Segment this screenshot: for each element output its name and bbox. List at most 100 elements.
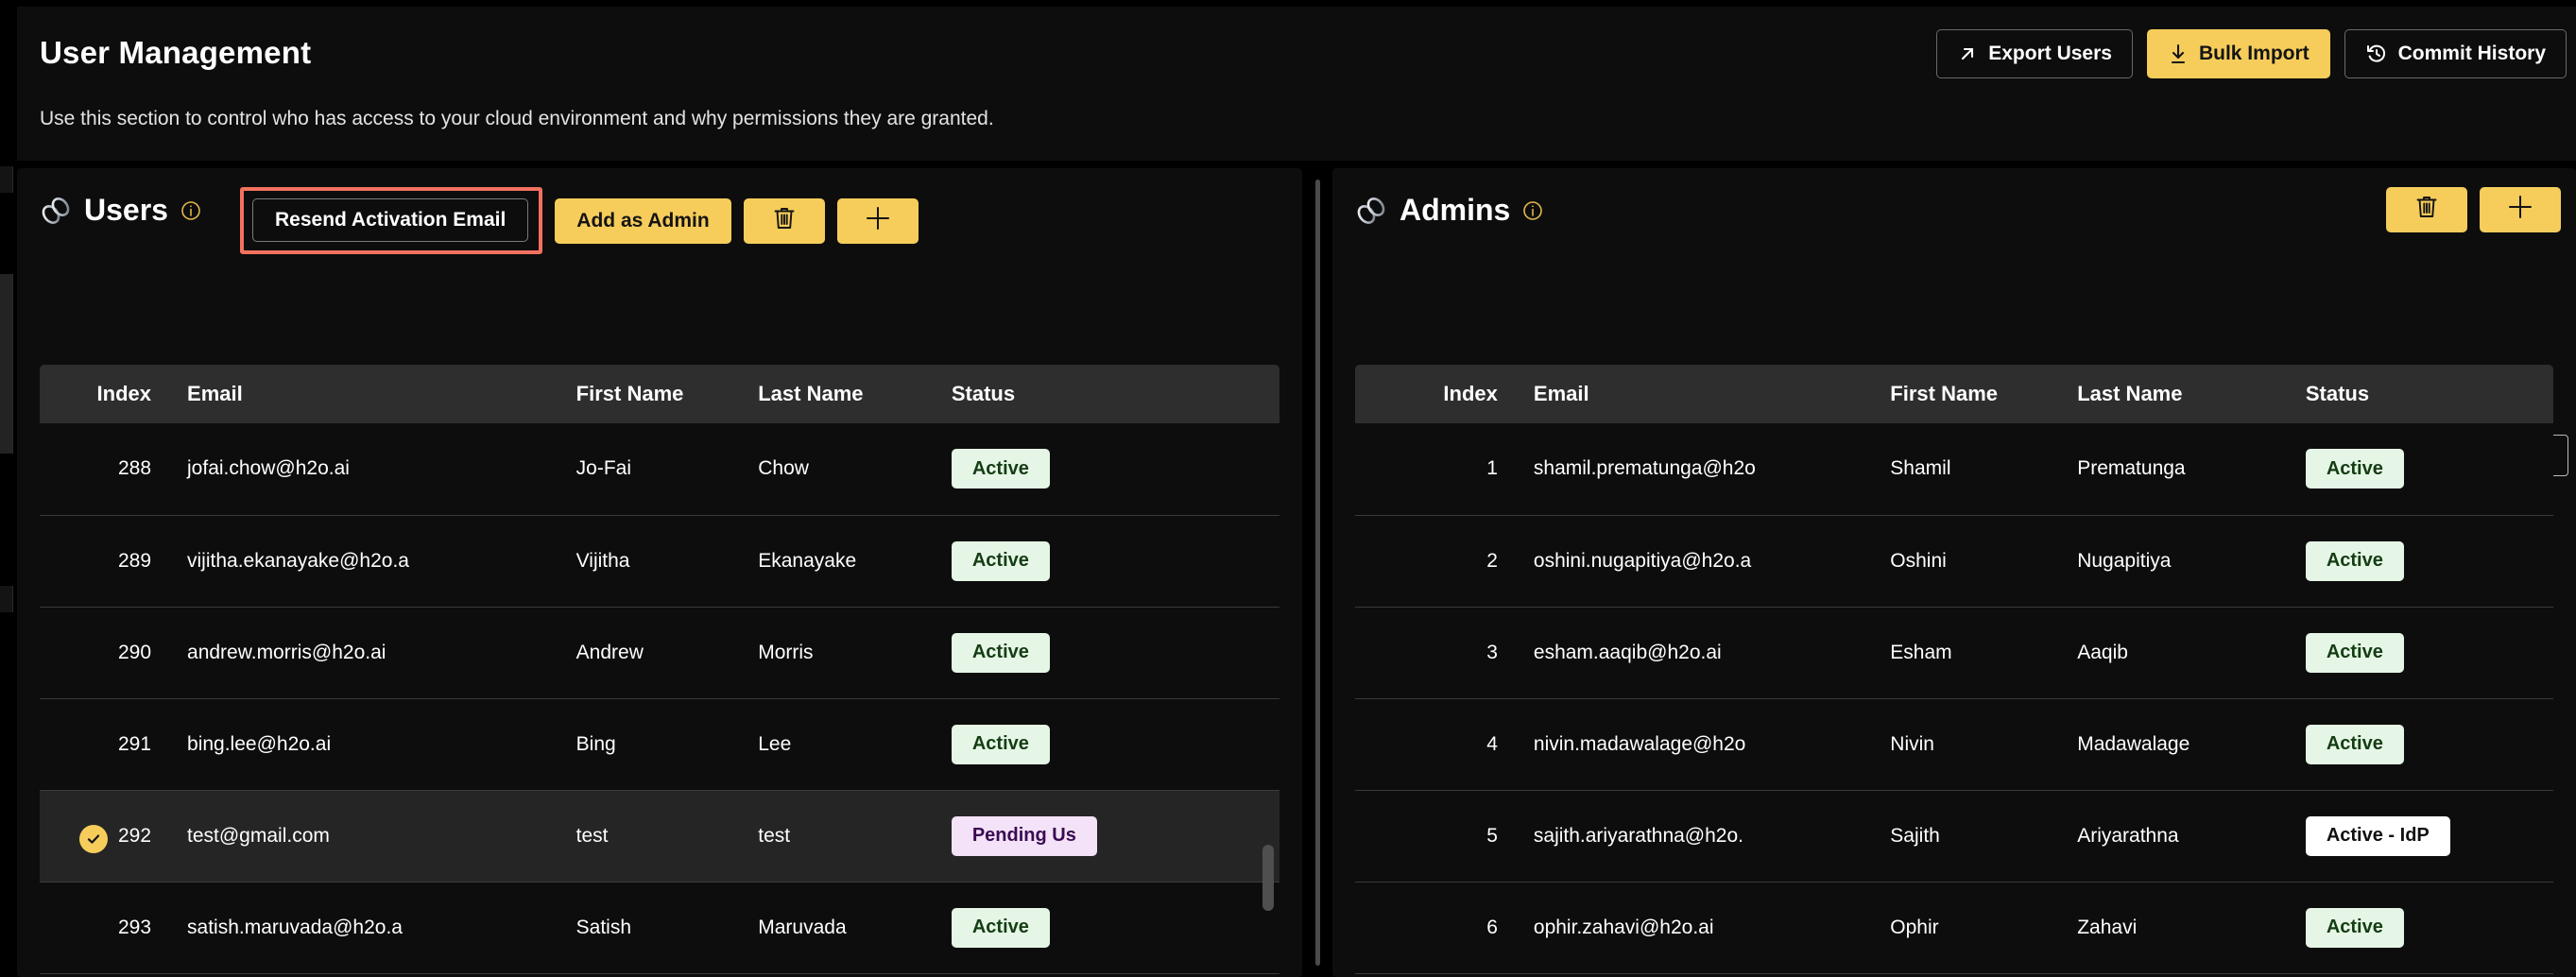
cell-email: emily.titcomb@h2o.ai [174,973,563,977]
row-selected-check-icon[interactable] [79,825,108,853]
commit-history-label: Commit History [2398,43,2546,65]
users-scrollbar-thumb[interactable] [1262,845,1274,911]
bulk-import-button[interactable]: Bulk Import [2147,29,2330,78]
admins-add-button[interactable] [2480,187,2561,232]
users-col-index[interactable]: Index [40,365,174,423]
admins-col-last-name[interactable]: Last Name [2064,365,2293,423]
table-row[interactable]: 4nivin.madawalage@h2oNivinMadawalageActi… [1355,698,2553,790]
users-col-status[interactable]: Status [938,365,1279,423]
table-row[interactable]: 292test@gmail.comtesttestPending Us [40,790,1279,882]
cell-status: Active [938,607,1279,698]
users-table-scrollbar[interactable] [1262,412,1274,975]
table-row[interactable]: 288jofai.chow@h2o.aiJo-FaiChowActive [40,423,1279,515]
external-link-icon [1957,43,1978,64]
admins-table-head: Index Email First Name Last Name Status [1355,365,2553,423]
left-rail-stub [0,166,13,193]
admins-panel-header: Admins [1332,168,2576,278]
left-rail-stub [0,586,13,612]
cell-status: Active [2293,973,2553,977]
status-badge: Active [952,908,1050,948]
users-delete-button[interactable] [744,198,825,244]
cell-index: 7 [1355,973,1520,977]
resend-activation-email-button[interactable]: Resend Activation Email [252,198,528,242]
cell-email: shamil.prematunga@h2o [1520,423,1877,515]
users-col-first-name[interactable]: First Name [563,365,746,423]
cell-first-name: Oshini [1877,515,2064,607]
download-icon [2168,43,2189,65]
chain-link-icon [40,195,72,227]
table-row[interactable]: 2oshini.nugapitiya@h2o.aOshiniNugapitiya… [1355,515,2553,607]
cell-last-name: Nugapitiya [2064,515,2293,607]
cell-last-name: Prematunga [2064,423,2293,515]
cell-first-name: Nivin [1877,698,2064,790]
plus-icon [2506,193,2534,227]
cell-first-name: Bing [563,698,746,790]
table-row[interactable]: 291bing.lee@h2o.aiBingLeeActive [40,698,1279,790]
table-row[interactable]: 294emily.titcomb@h2o.aiEmilyTitcombActiv… [40,973,1279,977]
table-row[interactable]: 6ophir.zahavi@h2o.aiOphirZahaviActive [1355,882,2553,973]
info-circle-icon[interactable] [1522,200,1543,221]
cell-first-name: Jo-Fai [563,423,746,515]
users-panel-title: Users [84,193,168,228]
panel-resize-grip[interactable] [1315,180,1320,966]
admins-panel: Admins [1332,168,2576,977]
cell-email: yogev.matatyhu@h2o.ai [1520,973,1877,977]
admins-col-index[interactable]: Index [1355,365,1520,423]
status-badge: Active [952,449,1050,488]
admins-delete-button[interactable] [2386,187,2467,232]
table-row[interactable]: 290andrew.morris@h2o.aiAndrewMorrisActiv… [40,607,1279,698]
export-users-button[interactable]: Export Users [1936,29,2133,78]
cell-index: 288 [40,423,174,515]
page-header: User Management Use this section to cont… [17,7,2576,161]
cell-status: Active [938,698,1279,790]
cell-email: vijitha.ekanayake@h2o.a [174,515,563,607]
table-row[interactable]: 5sajith.ariyarathna@h2o.SajithAriyarathn… [1355,790,2553,882]
cell-index: 2 [1355,515,1520,607]
commit-history-button[interactable]: Commit History [2344,29,2567,78]
cell-status: Active [2293,607,2553,698]
status-badge: Active [2306,449,2404,488]
cell-first-name: Yogev [1877,973,2064,977]
cell-index: 6 [1355,882,1520,973]
table-row[interactable]: 1shamil.prematunga@h2oShamilPrematungaAc… [1355,423,2553,515]
cell-index: 293 [40,882,174,973]
cell-status: Active [938,423,1279,515]
bulk-import-label: Bulk Import [2199,43,2310,65]
trash-icon [772,205,797,237]
admins-col-status[interactable]: Status [2293,365,2553,423]
add-as-admin-button[interactable]: Add as Admin [555,198,730,244]
users-title-group: Users [40,193,201,228]
users-add-button[interactable] [837,198,919,244]
cell-last-name: Maruvada [745,882,938,973]
admins-col-email[interactable]: Email [1520,365,1877,423]
users-col-email[interactable]: Email [174,365,563,423]
cell-email: andrew.morris@h2o.ai [174,607,563,698]
cell-last-name: Ariyarathna [2064,790,2293,882]
cell-index: 4 [1355,698,1520,790]
cell-status: Active [2293,882,2553,973]
users-table-wrap: Index Email First Name Last Name Status … [40,365,1279,977]
users-panel: Users Resend Activation Email Add as Adm… [17,168,1302,977]
info-circle-icon[interactable] [180,200,201,221]
admins-col-first-name[interactable]: First Name [1877,365,2064,423]
table-row[interactable]: 293satish.maruvada@h2o.aSatishMaruvadaAc… [40,882,1279,973]
chain-link-icon [1355,195,1387,227]
table-row[interactable]: 3esham.aaqib@h2o.aiEshamAaqibActive [1355,607,2553,698]
cell-status: Active - IdP [2293,790,2553,882]
cell-index: 5 [1355,790,1520,882]
left-rail-edge [0,0,17,977]
panel-resize-divider[interactable] [1306,168,1329,977]
cell-last-name: Aaqib [2064,607,2293,698]
status-badge: Active [952,725,1050,764]
users-col-last-name[interactable]: Last Name [745,365,938,423]
cell-status: Active [938,882,1279,973]
cell-email: bing.lee@h2o.ai [174,698,563,790]
cell-last-name: Madawalage [2064,698,2293,790]
cell-email: satish.maruvada@h2o.a [174,882,563,973]
cell-index: 3 [1355,607,1520,698]
cell-last-name: Zahavi [2064,882,2293,973]
cell-first-name: Emily [563,973,746,977]
table-row[interactable]: 289vijitha.ekanayake@h2o.aVijithaEkanaya… [40,515,1279,607]
table-row[interactable]: 7yogev.matatyhu@h2o.aiYogevMatatyhuActiv… [1355,973,2553,977]
status-badge: Active [2306,908,2404,948]
